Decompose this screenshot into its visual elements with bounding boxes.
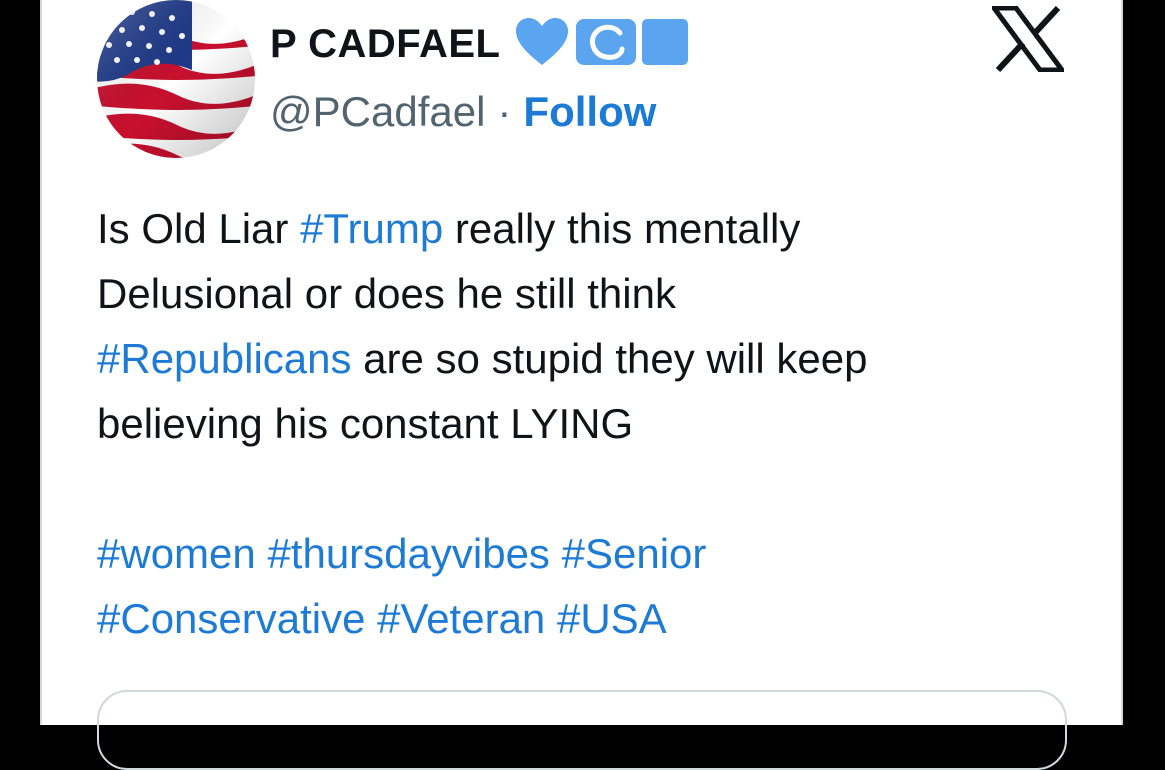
tweet-line: Is Old Liar #Trump really this mentally	[97, 196, 1097, 261]
tweet-text-segment: Is Old Liar	[97, 205, 301, 252]
hashtag-line: #women #thursdayvibes #Senior	[97, 521, 1097, 586]
hashtag-link[interactable]: #Republicans	[97, 335, 352, 382]
tweet-line: believing his constant LYING	[97, 400, 634, 447]
follow-button[interactable]: Follow	[523, 88, 656, 136]
hashtag-link[interactable]: #thursdayvibes	[267, 530, 550, 577]
hashtag-link[interactable]: #USA	[557, 595, 667, 642]
separator-dot: ·	[497, 88, 512, 135]
hashtag-link[interactable]: #Trump	[300, 205, 443, 252]
american-flag-avatar	[97, 0, 255, 158]
media-preview-box[interactable]	[97, 690, 1067, 770]
display-name[interactable]: P CADFAEL	[270, 22, 500, 67]
blue-heart-icon	[514, 17, 570, 72]
user-handle[interactable]: @PCadfael	[270, 88, 485, 136]
avatar[interactable]	[97, 0, 255, 158]
wave-icon	[576, 17, 637, 72]
paragraph-break	[97, 456, 1097, 521]
hashtag-link[interactable]: #Veteran	[377, 595, 545, 642]
tweet-line: #Republicans are so stupid they will kee…	[97, 326, 1097, 391]
blue-square-icon	[642, 17, 689, 72]
tweet-text: Is Old Liar #Trump really this mentally …	[97, 196, 1097, 651]
x-logo-icon[interactable]	[989, 5, 1067, 73]
tweet-line: Delusional or does he still think	[97, 270, 676, 317]
hashtag-link[interactable]: #Conservative	[97, 595, 365, 642]
hashtag-link[interactable]: #women	[97, 530, 256, 577]
tweet-embed-card: P CADFAEL @PCadfael · Follow Is Old Liar…	[40, 0, 1123, 770]
hashtag-link[interactable]: #Senior	[562, 530, 707, 577]
tweet-text-segment: really this mentally	[443, 205, 801, 252]
hashtag-line: #Conservative #Veteran #USA	[97, 586, 1097, 651]
user-handle-row: @PCadfael · Follow	[270, 86, 656, 138]
user-name-row: P CADFAEL	[270, 14, 694, 74]
tweet-text-segment: are so stupid they will keep	[351, 335, 868, 382]
